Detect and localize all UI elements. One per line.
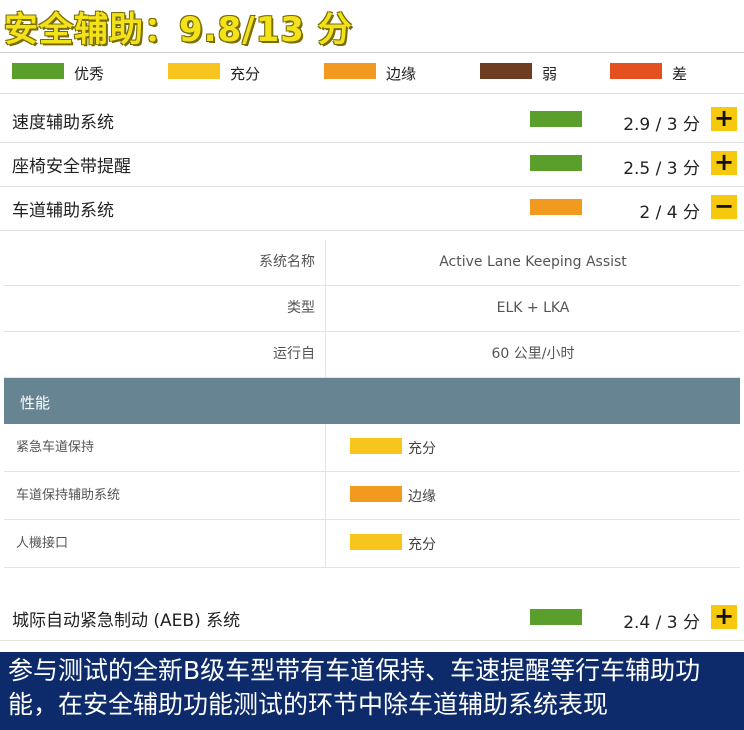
performance-title: 性能 — [20, 394, 51, 412]
perf-label: 人機接口 — [4, 520, 326, 567]
row-score: 2.4 / 3 分 — [623, 613, 700, 633]
title-bar: 安全辅助：9.8/13 分 — [0, 0, 744, 52]
perf-rating: 充分 — [408, 537, 436, 553]
performance-header: 性能 — [4, 378, 740, 424]
detail-key: 系统名称 — [4, 240, 326, 285]
rating-bar — [350, 534, 402, 550]
detail-value: Active Lane Keeping Assist — [439, 254, 627, 270]
expand-button[interactable]: + — [711, 106, 737, 131]
legend-swatch — [324, 63, 376, 79]
legend-swatch — [610, 63, 662, 79]
legend-label: 弱 — [542, 65, 558, 83]
legend-label: 优秀 — [74, 65, 105, 83]
legend-label: 差 — [672, 65, 688, 83]
perf-label: 紧急车道保持 — [4, 424, 326, 471]
detail-key: 类型 — [4, 286, 326, 331]
row-label: 速度辅助系统 — [12, 113, 114, 133]
row-speed-assist[interactable]: 速度辅助系统 2.9 / 3 分 + — [0, 98, 744, 143]
perf-label: 车道保持辅助系统 — [4, 472, 326, 519]
expand-button[interactable]: + — [711, 150, 737, 175]
row-score: 2 / 4 分 — [639, 203, 700, 223]
perf-rating: 边缘 — [408, 489, 436, 505]
row-label: 座椅安全带提醒 — [12, 157, 131, 177]
row-aeb-interurban[interactable]: 城际自动紧急制动 (AEB) 系统 2.4 / 3 分 + — [0, 596, 744, 641]
detail-row-operating-from: 运行自 60 公里/小时 — [4, 332, 740, 378]
collapse-button[interactable]: − — [711, 194, 737, 219]
row-label: 车道辅助系统 — [12, 201, 114, 221]
expand-button[interactable]: + — [711, 604, 737, 629]
lane-assist-details: 系统名称 Active Lane Keeping Assist 类型 ELK +… — [4, 240, 740, 568]
row-label: 城际自动紧急制动 (AEB) 系统 — [12, 611, 241, 631]
row-score: 2.9 / 3 分 — [623, 115, 700, 135]
legend-swatch — [480, 63, 532, 79]
legend-swatch — [12, 63, 64, 79]
perf-row-emergency-lane-keeping: 紧急车道保持 充分 — [4, 424, 740, 472]
rating-bar — [350, 486, 402, 502]
row-lane-assist[interactable]: 车道辅助系统 2 / 4 分 − — [0, 186, 744, 231]
rating-bar — [530, 111, 582, 127]
rating-bar — [530, 155, 582, 171]
legend-swatch — [168, 63, 220, 79]
detail-row-system-name: 系统名称 Active Lane Keeping Assist — [4, 240, 740, 286]
detail-key: 运行自 — [4, 332, 326, 377]
legend-label: 充分 — [230, 65, 261, 83]
rating-bar — [530, 609, 582, 625]
rating-bar — [350, 438, 402, 454]
perf-row-hmi: 人機接口 充分 — [4, 520, 740, 568]
row-score: 2.5 / 3 分 — [623, 159, 700, 179]
rating-legend: 优秀 充分 边缘 弱 差 — [0, 52, 744, 94]
rating-bar — [530, 199, 582, 215]
detail-value: 60 公里/小时 — [491, 346, 575, 362]
row-seatbelt-reminder[interactable]: 座椅安全带提醒 2.5 / 3 分 + — [0, 142, 744, 187]
detail-row-type: 类型 ELK + LKA — [4, 286, 740, 332]
detail-value: ELK + LKA — [496, 300, 570, 316]
legend-label: 边缘 — [386, 65, 417, 83]
caption-banner: 参与测试的全新B级车型带有车道保持、车速提醒等行车辅助功能，在安全辅助功能测试的… — [0, 652, 744, 730]
page-title: 安全辅助：9.8/13 分 — [4, 10, 353, 50]
caption-text: 参与测试的全新B级车型带有车道保持、车速提醒等行车辅助功能，在安全辅助功能测试的… — [8, 656, 701, 719]
perf-rating: 充分 — [408, 441, 436, 457]
perf-row-lane-keeping-assist: 车道保持辅助系统 边缘 — [4, 472, 740, 520]
